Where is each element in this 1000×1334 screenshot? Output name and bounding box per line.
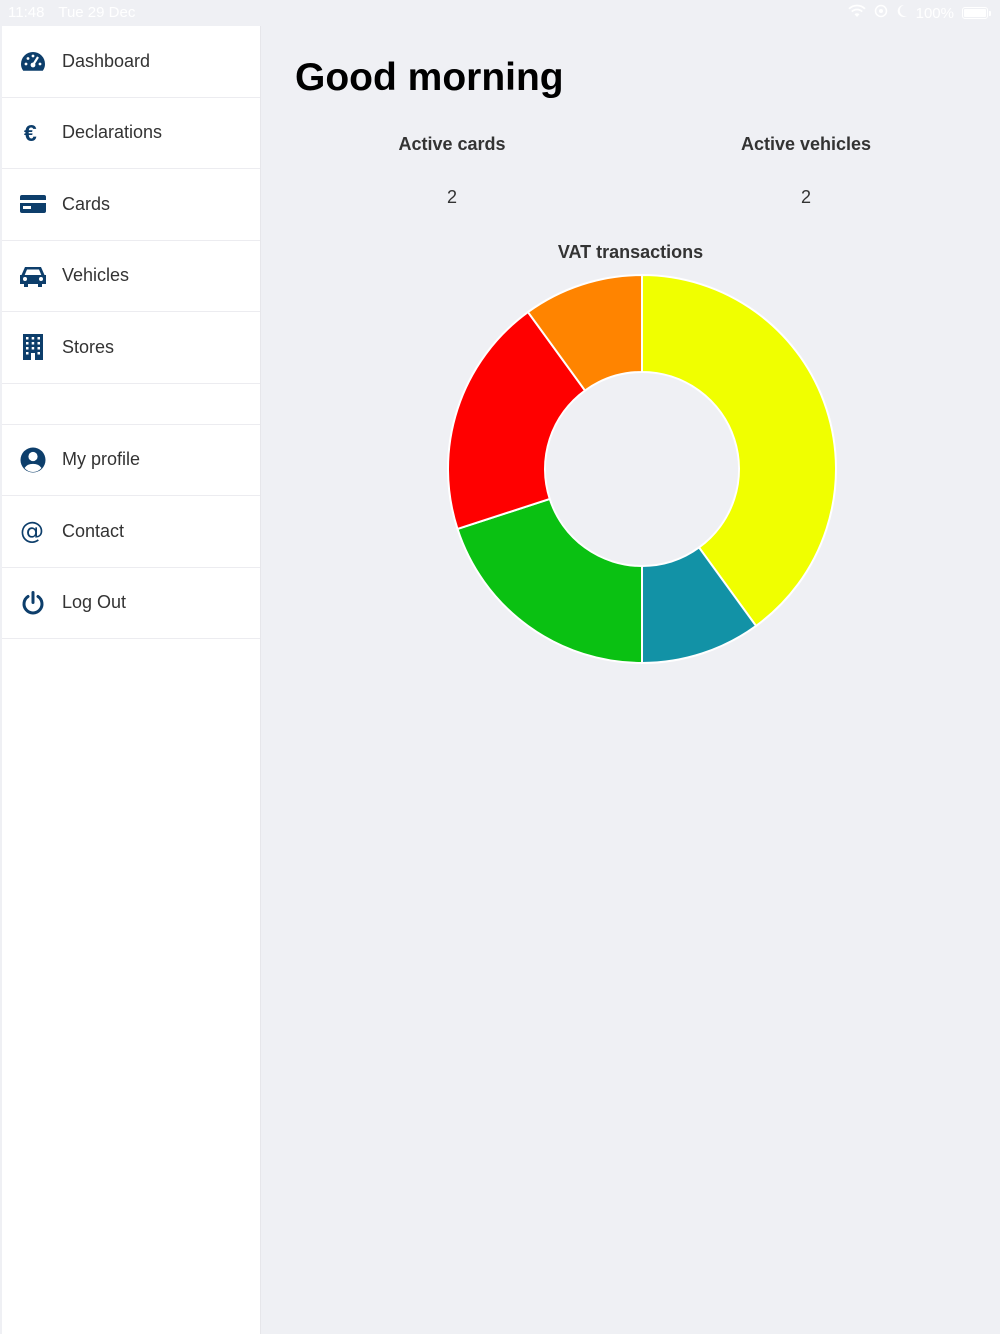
car-icon bbox=[2, 241, 62, 312]
main-content: Good morning Active cards 2 Active vehic… bbox=[261, 26, 1000, 1334]
battery-icon bbox=[962, 7, 991, 19]
stat-active-vehicles: Active vehicles 2 bbox=[656, 134, 956, 208]
sidebar-item-vehicles[interactable]: Vehicles bbox=[2, 241, 260, 312]
sidebar-item-log-out[interactable]: Log Out bbox=[2, 568, 260, 639]
credit-card-icon bbox=[2, 169, 62, 240]
sidebar: Dashboard € Declarations Cards Vehicles … bbox=[2, 26, 261, 1334]
at-icon: @ bbox=[2, 496, 62, 567]
location-lock-icon bbox=[874, 4, 888, 22]
stat-active-cards: Active cards 2 bbox=[302, 134, 602, 208]
stat-value: 2 bbox=[446, 187, 457, 207]
status-right: 100% bbox=[847, 4, 991, 22]
sidebar-item-dashboard[interactable]: Dashboard bbox=[2, 26, 260, 98]
euro-icon: € bbox=[2, 98, 62, 169]
sidebar-item-label: Dashboard bbox=[62, 50, 151, 71]
chart-slice-3[interactable] bbox=[456, 497, 643, 665]
speedometer-icon bbox=[2, 26, 62, 97]
status-bar: 11:48 Tue 29 Dec 100% bbox=[0, 0, 1000, 26]
stat-value: 2 bbox=[800, 187, 811, 207]
sidebar-item-stores[interactable]: Stores bbox=[2, 312, 260, 384]
moon-icon bbox=[896, 4, 908, 22]
wifi-icon bbox=[847, 4, 866, 22]
sidebar-item-my-profile[interactable]: My profile bbox=[2, 425, 260, 496]
svg-text:€: € bbox=[24, 121, 37, 145]
sidebar-item-contact[interactable]: @ Contact bbox=[2, 496, 260, 568]
sidebar-item-label: Stores bbox=[62, 336, 115, 357]
sidebar-item-label: Cards bbox=[62, 193, 111, 214]
sidebar-item-label: My profile bbox=[62, 449, 141, 470]
power-icon bbox=[2, 568, 62, 639]
stat-title: Active vehicles bbox=[740, 134, 872, 154]
building-icon bbox=[2, 312, 62, 383]
sidebar-item-declarations[interactable]: € Declarations bbox=[2, 98, 260, 169]
stat-title: Active cards bbox=[398, 134, 506, 154]
user-icon bbox=[2, 425, 62, 496]
doughnut-chart bbox=[447, 273, 837, 665]
chart-title: VAT transactions bbox=[557, 242, 704, 262]
battery-percent: 100% bbox=[915, 4, 954, 22]
sidebar-item-label: Contact bbox=[62, 520, 125, 541]
svg-text:@: @ bbox=[20, 518, 44, 544]
vat-transactions-chart bbox=[442, 269, 842, 669]
sidebar-divider bbox=[2, 384, 260, 425]
status-time: 11:48 bbox=[8, 4, 45, 21]
status-date: Tue 29 Dec bbox=[58, 4, 136, 21]
status-left: 11:48 Tue 29 Dec bbox=[8, 4, 145, 21]
page-title: Good morning bbox=[295, 56, 564, 99]
sidebar-item-label: Declarations bbox=[62, 122, 163, 143]
sidebar-item-label: Log Out bbox=[62, 592, 127, 613]
sidebar-item-cards[interactable]: Cards bbox=[2, 169, 260, 241]
sidebar-item-label: Vehicles bbox=[62, 265, 130, 286]
